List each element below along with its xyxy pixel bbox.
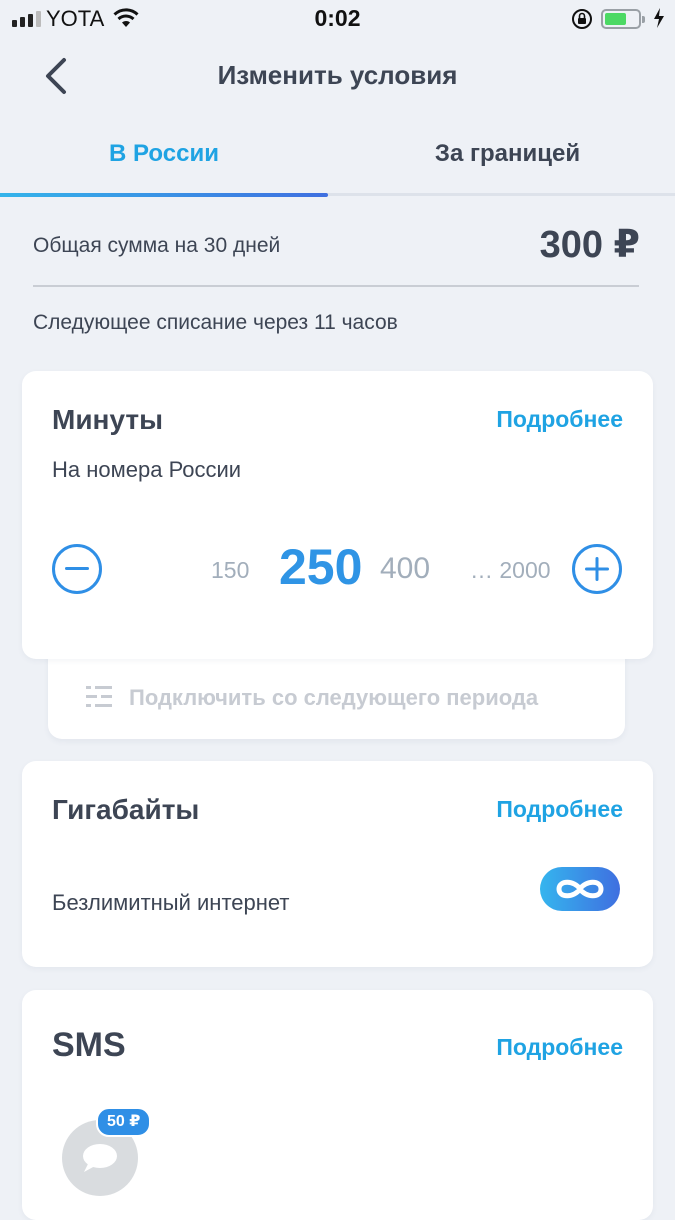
gigabytes-title: Гигабайты: [52, 794, 200, 825]
minutes-card: Минуты Подробнее На номера России 150 25…: [22, 371, 653, 659]
sms-card: SMS Подробнее 50 ₽: [22, 990, 653, 1220]
option-prev[interactable]: 150: [211, 557, 249, 584]
tab-active-indicator: [0, 193, 328, 197]
infinity-icon: [556, 879, 604, 899]
option-next[interactable]: 400: [380, 552, 430, 586]
option-selected[interactable]: 250: [279, 538, 362, 596]
total-label: Общая сумма на 30 дней: [33, 234, 281, 257]
total-value: 300 ₽: [539, 224, 640, 266]
connect-next-period-label: Подключить со следующего периода: [129, 685, 539, 710]
minus-button[interactable]: [52, 544, 102, 594]
tab-abroad[interactable]: За границей: [340, 140, 675, 168]
charging-bolt-icon: [653, 7, 665, 34]
list-settings-icon: [86, 684, 114, 715]
next-charge-text: Следующее списание через 11 часов: [33, 311, 398, 334]
minutes-more-link[interactable]: Подробнее: [496, 406, 623, 433]
minutes-subtitle: На номера России: [52, 457, 242, 482]
rotation-lock-icon: [570, 7, 594, 36]
status-bar: YOTA 0:02: [0, 0, 675, 40]
minutes-title: Минуты: [52, 404, 163, 435]
connect-next-period-button[interactable]: Подключить со следующего периода: [48, 645, 625, 739]
gigabytes-more-link[interactable]: Подробнее: [496, 796, 623, 823]
option-max[interactable]: … 2000: [470, 557, 551, 584]
divider: [33, 285, 639, 287]
sms-title: SMS: [52, 1026, 126, 1064]
plus-icon: [585, 557, 609, 581]
page-title: Изменить условия: [217, 60, 458, 90]
gigabytes-subtitle: Безлимитный интернет: [52, 890, 290, 915]
battery-icon: [601, 9, 645, 29]
plus-button[interactable]: [572, 544, 622, 594]
gigabytes-card: Гигабайты Подробнее Безлимитный интернет: [22, 761, 653, 967]
sms-more-link[interactable]: Подробнее: [496, 1034, 623, 1061]
unlimited-toggle[interactable]: [540, 867, 620, 911]
tab-russia[interactable]: В России: [0, 140, 328, 168]
minus-icon: [65, 567, 89, 570]
sms-price-badge: 50 ₽: [96, 1107, 152, 1137]
